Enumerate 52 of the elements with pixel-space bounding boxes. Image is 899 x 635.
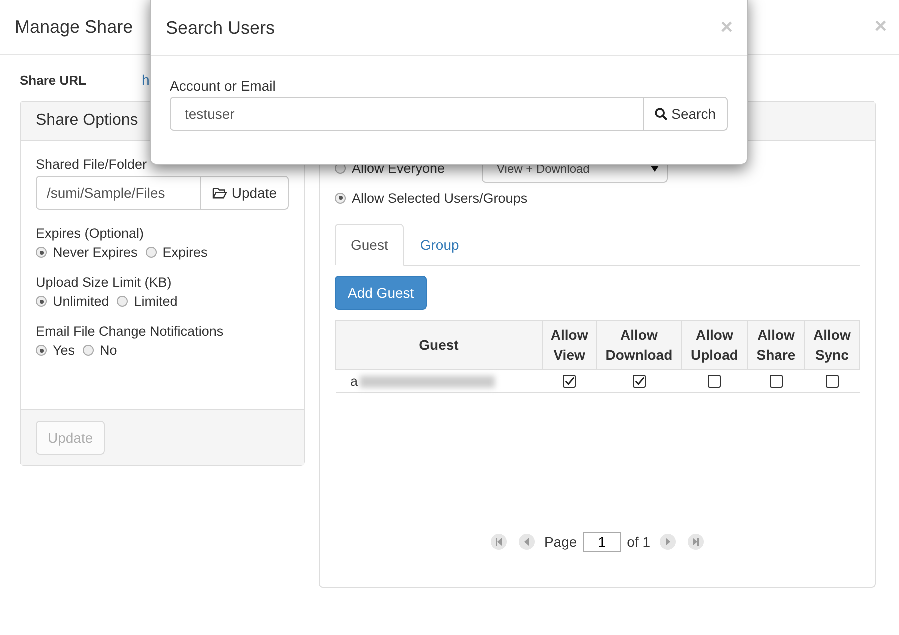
radio-button[interactable]	[83, 345, 94, 356]
panel-title: Share Options	[36, 112, 138, 130]
column-header: Allow Share	[748, 320, 805, 370]
field-label: Shared File/Folder	[36, 157, 148, 172]
search-icon	[654, 108, 668, 120]
radio-button[interactable]	[335, 192, 346, 204]
last-page-icon	[688, 534, 704, 550]
column-header: Allow Sync	[804, 320, 860, 370]
radio-button[interactable]	[36, 345, 47, 356]
folder-icon	[212, 186, 228, 200]
column-header: Guest	[336, 320, 542, 370]
search-field[interactable]: testuser	[170, 97, 644, 131]
dialog-title: Search Users	[166, 18, 276, 38]
share-link[interactable]: h	[142, 72, 150, 88]
radio-button[interactable]	[117, 296, 128, 307]
radio-label[interactable]: No	[100, 343, 118, 358]
radio-label[interactable]: Allow Selected Users/Groups	[352, 190, 528, 206]
field-label: Expires (Optional)	[36, 226, 146, 241]
previous-page-icon	[519, 534, 536, 550]
column-header: Allow View	[542, 320, 597, 370]
checkbox[interactable]	[708, 374, 722, 388]
radio-label[interactable]: Unlimited	[53, 294, 110, 309]
tab[interactable]: Guest	[335, 224, 404, 266]
radio-button[interactable]	[36, 247, 47, 258]
radio-label[interactable]: Expires	[162, 245, 208, 260]
next-page-icon	[660, 534, 676, 550]
path-field[interactable]: /sumi/Sample/Files	[36, 176, 201, 210]
dialog-title: Manage Share	[15, 16, 134, 38]
page-count: of 1	[627, 534, 651, 550]
radio-label[interactable]: Limited	[134, 294, 178, 309]
column-header: Allow Upload	[682, 320, 748, 370]
checkbox[interactable]	[770, 374, 783, 388]
field-label: Upload Size Limit (KB)	[36, 275, 173, 290]
radio-button[interactable]	[36, 296, 47, 307]
column-header: Allow Download	[596, 320, 682, 370]
first-page-icon	[491, 534, 508, 550]
table-cell: a	[350, 374, 358, 388]
field-label: Account or Email	[170, 78, 277, 94]
checkbox[interactable]	[632, 374, 646, 388]
field-label: Email File Change Notifications	[36, 324, 225, 339]
checkbox[interactable]	[563, 374, 576, 388]
radio-button[interactable]	[146, 247, 157, 258]
search-button[interactable]: Search	[644, 97, 728, 131]
add-guest-button[interactable]: Add Guest	[335, 276, 428, 310]
update-button[interactable]: Update	[200, 176, 289, 210]
field-label: Share URL	[20, 72, 88, 88]
page-label: Page	[544, 534, 578, 550]
page-field[interactable]: 1	[583, 532, 622, 552]
tab[interactable]: Group	[404, 224, 476, 266]
radio-label[interactable]: Never Expires	[53, 245, 138, 260]
checkbox[interactable]	[826, 374, 839, 388]
radio-label[interactable]: Yes	[53, 343, 76, 358]
